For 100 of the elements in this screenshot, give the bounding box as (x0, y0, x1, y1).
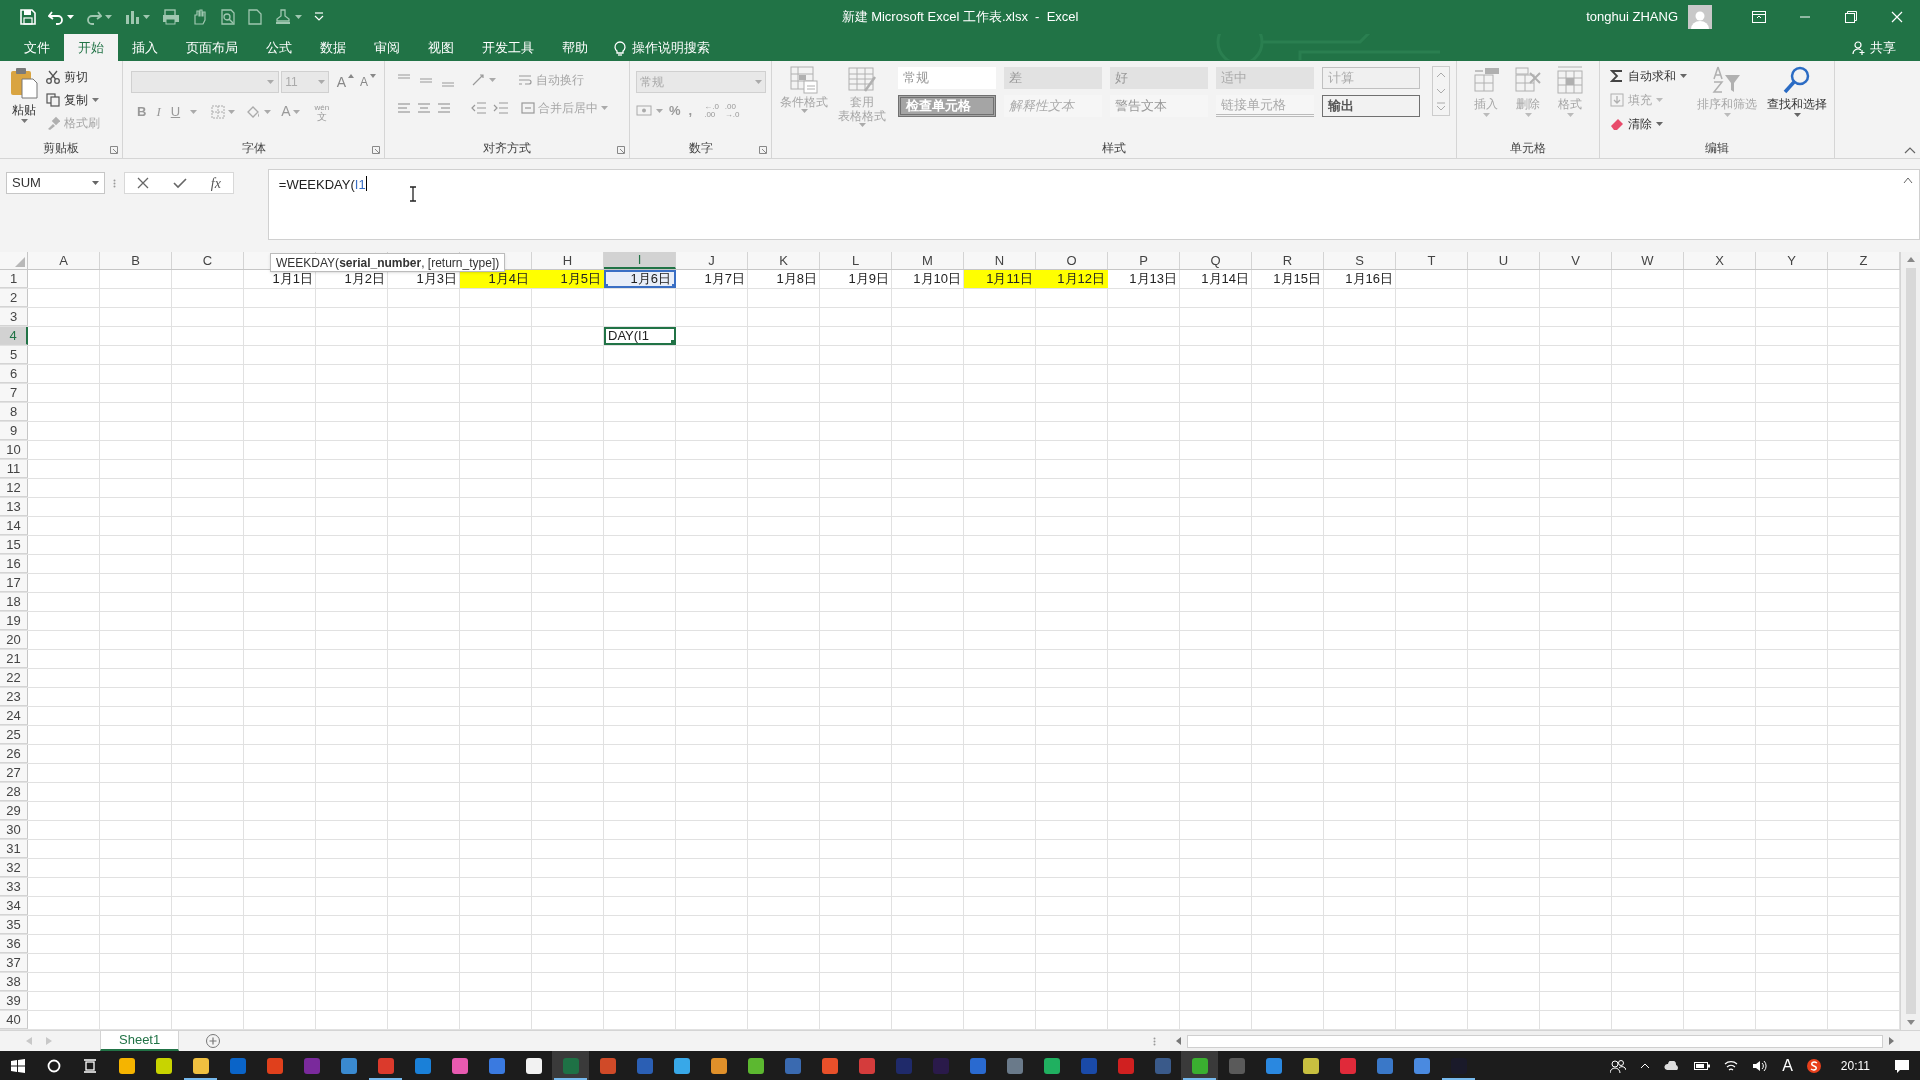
row-header[interactable]: 13 (0, 498, 28, 516)
clock[interactable]: 20:11 (1840, 1056, 1870, 1075)
ribbon-tab[interactable]: 审阅 (360, 34, 414, 61)
row-header[interactable]: 34 (0, 897, 28, 915)
insert-function-button[interactable]: fx (210, 172, 221, 194)
row-header[interactable]: 32 (0, 859, 28, 877)
cloud-icon[interactable] (1664, 1060, 1681, 1071)
row-header[interactable]: 29 (0, 802, 28, 820)
row-header[interactable]: 40 (0, 1011, 28, 1029)
row-header[interactable]: 15 (0, 536, 28, 554)
column-header[interactable]: O (1036, 252, 1108, 269)
wifi-icon[interactable] (1724, 1059, 1739, 1072)
formula-input[interactable]: =WEEKDAY(I1 (267, 169, 1920, 240)
row-header[interactable]: 30 (0, 821, 28, 839)
orientation-icon[interactable] (471, 73, 487, 87)
dialog-launcher-icon[interactable] (110, 146, 118, 154)
row-header[interactable]: 4 (0, 327, 28, 345)
customize-icon[interactable] (314, 12, 324, 22)
find-select-button[interactable]: 查找和选择 (1767, 65, 1827, 138)
ribbon-tab[interactable]: 视图 (414, 34, 468, 61)
battery-icon[interactable] (1694, 1060, 1711, 1071)
row-header[interactable]: 5 (0, 346, 28, 364)
row-header[interactable]: 7 (0, 384, 28, 402)
row-header[interactable]: 26 (0, 745, 28, 763)
column-header[interactable]: P (1108, 252, 1180, 269)
row-header[interactable]: 25 (0, 726, 28, 744)
column-header[interactable]: X (1684, 252, 1756, 269)
tray-expand-icon[interactable] (1640, 1062, 1651, 1069)
column-header[interactable]: N (964, 252, 1036, 269)
vertical-scrollbar[interactable] (1900, 252, 1920, 1030)
row-header[interactable]: 38 (0, 973, 28, 991)
row-header[interactable]: 21 (0, 650, 28, 668)
restore-icon[interactable] (1845, 11, 1857, 23)
tell-me-search[interactable]: 操作说明搜索 (602, 34, 722, 61)
column-header[interactable]: M (892, 252, 964, 269)
windows-start-icon[interactable] (11, 1058, 25, 1073)
column-header[interactable]: T (1396, 252, 1468, 269)
dialog-launcher-icon[interactable] (372, 146, 380, 154)
column-header[interactable]: L (820, 252, 892, 269)
share-button[interactable]: 共享 (1852, 34, 1920, 61)
column-header[interactable]: S (1324, 252, 1396, 269)
ribbon-tab[interactable]: 页面布局 (172, 34, 252, 61)
sogou-icon[interactable] (1806, 1058, 1821, 1073)
column-header[interactable]: U (1468, 252, 1540, 269)
row-header[interactable]: 1 (0, 270, 28, 288)
column-header[interactable]: Y (1756, 252, 1828, 269)
row-header[interactable]: 2 (0, 289, 28, 307)
input-method-indicator[interactable]: A (1782, 1053, 1793, 1078)
row-header[interactable]: 24 (0, 707, 28, 725)
row-header[interactable]: 22 (0, 669, 28, 687)
save-icon[interactable] (20, 9, 36, 25)
row-header[interactable]: 18 (0, 593, 28, 611)
row-header[interactable]: 20 (0, 631, 28, 649)
paste-button[interactable]: 粘贴 (6, 67, 42, 138)
decrease-indent-icon[interactable] (471, 101, 487, 115)
row-header[interactable]: 28 (0, 783, 28, 801)
ribbon-tab[interactable]: 数据 (306, 34, 360, 61)
row-header[interactable]: 27 (0, 764, 28, 782)
column-header[interactable]: B (100, 252, 172, 269)
column-header[interactable]: R (1252, 252, 1324, 269)
copy-button[interactable]: 复制 (46, 90, 100, 110)
name-box[interactable]: SUM (6, 172, 106, 194)
ribbon-tab[interactable]: 帮助 (548, 34, 602, 61)
dialog-launcher-icon[interactable] (759, 146, 767, 154)
row-header[interactable]: 33 (0, 878, 28, 896)
ribbon-display-icon[interactable] (1752, 11, 1766, 23)
row-header[interactable]: 36 (0, 935, 28, 953)
column-header[interactable]: K (748, 252, 820, 269)
column-header[interactable]: V (1540, 252, 1612, 269)
enter-icon[interactable] (173, 177, 188, 189)
row-header[interactable]: 17 (0, 574, 28, 592)
search-icon[interactable] (47, 1058, 61, 1073)
row-header[interactable]: 11 (0, 460, 28, 478)
row-header[interactable]: 16 (0, 555, 28, 573)
row-header[interactable]: 6 (0, 365, 28, 383)
row-header[interactable]: 3 (0, 308, 28, 326)
collapse-ribbon-icon[interactable] (1904, 146, 1916, 154)
row-header[interactable]: 10 (0, 441, 28, 459)
row-header[interactable]: 31 (0, 840, 28, 858)
ribbon-tab[interactable]: 开发工具 (468, 34, 548, 61)
column-header[interactable]: J (676, 252, 748, 269)
row-header[interactable]: 14 (0, 517, 28, 535)
column-header[interactable]: A (28, 252, 100, 269)
row-header[interactable]: 37 (0, 954, 28, 972)
column-header[interactable]: I (604, 252, 676, 269)
row-header[interactable]: 9 (0, 422, 28, 440)
sheet-tab[interactable]: Sheet1 (100, 1031, 180, 1051)
close-icon[interactable] (1891, 11, 1903, 23)
cut-button[interactable]: 剪切 (46, 67, 100, 87)
ribbon-tab[interactable]: 开始 (64, 34, 118, 61)
row-header[interactable]: 23 (0, 688, 28, 706)
notification-icon[interactable] (1894, 1058, 1910, 1073)
row-header[interactable]: 39 (0, 992, 28, 1010)
column-header[interactable]: W (1612, 252, 1684, 269)
increase-indent-icon[interactable] (493, 101, 509, 115)
ribbon-tab[interactable]: 公式 (252, 34, 306, 61)
cancel-icon[interactable] (137, 177, 150, 189)
task-view-icon[interactable] (83, 1058, 97, 1073)
dialog-launcher-icon[interactable] (617, 146, 625, 154)
drag-handle-icon[interactable] (113, 179, 117, 188)
